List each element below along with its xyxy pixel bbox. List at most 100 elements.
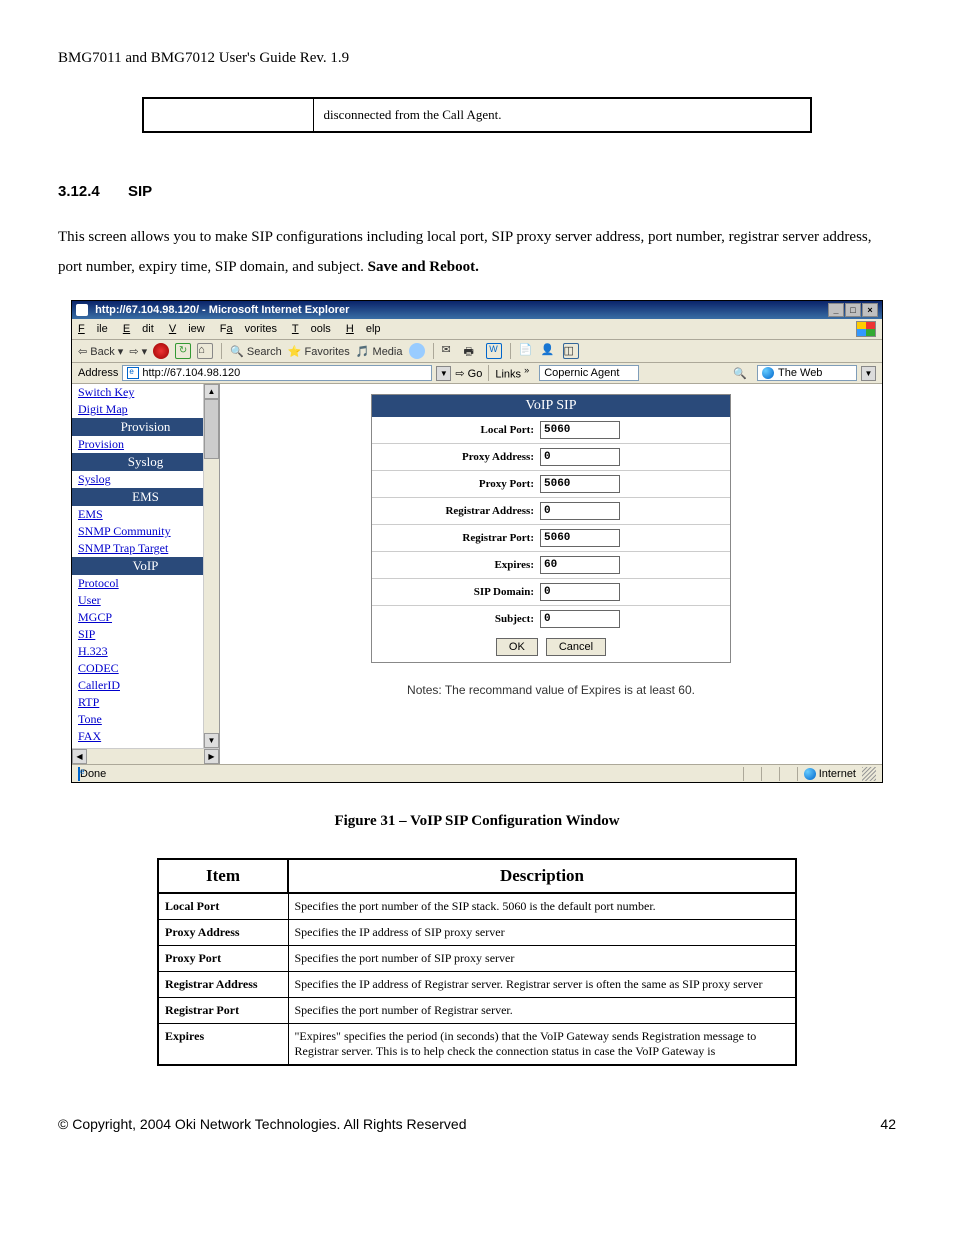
- desc-cell: Specifies the port number of SIP proxy s…: [288, 946, 796, 972]
- address-input[interactable]: http://67.104.98.120: [122, 365, 432, 381]
- table-row: Proxy PortSpecifies the port number of S…: [158, 946, 796, 972]
- sidebar-link-tone[interactable]: Tone: [72, 711, 219, 728]
- sidebar-link-snmpcommunity[interactable]: SNMP Community: [72, 523, 219, 540]
- menu-file[interactable]: File: [78, 323, 108, 335]
- media-button[interactable]: 🎵 Media: [356, 345, 403, 358]
- maximize-button[interactable]: □: [845, 303, 861, 317]
- internet-zone-icon: [804, 768, 816, 780]
- links-label[interactable]: Links »: [495, 365, 529, 381]
- sidebar-link-codec[interactable]: CODEC: [72, 660, 219, 677]
- theweb-select[interactable]: The Web: [757, 365, 857, 381]
- form-row: Proxy Address:: [372, 444, 730, 471]
- home-icon[interactable]: ⌂: [197, 343, 213, 359]
- menu-favorites[interactable]: Favorites: [220, 323, 277, 335]
- search-button[interactable]: 🔍 Search: [230, 345, 282, 358]
- menu-help[interactable]: Help: [346, 323, 381, 335]
- menu-tools[interactable]: Tools: [292, 323, 331, 335]
- copernic-search[interactable]: Copernic Agent: [539, 365, 639, 381]
- sidebar-link-digitmap[interactable]: Digit Map: [72, 401, 219, 418]
- form-input[interactable]: [540, 475, 620, 493]
- form-row: Proxy Port:: [372, 471, 730, 498]
- theweb-dropdown[interactable]: ▼: [861, 366, 876, 381]
- form-label: Local Port:: [380, 424, 540, 436]
- section-paragraph: This screen allows you to make SIP confi…: [58, 222, 896, 282]
- page-icon: [127, 367, 139, 379]
- internet-zone-label: Internet: [819, 768, 856, 780]
- ie-titlebar: http://67.104.98.120/ - Microsoft Intern…: [72, 301, 882, 319]
- form-label: Registrar Address:: [380, 505, 540, 517]
- table-row: Local PortSpecifies the port number of t…: [158, 893, 796, 920]
- form-row: Subject:: [372, 606, 730, 632]
- form-title: VoIP SIP: [372, 395, 730, 417]
- form-input[interactable]: [540, 529, 620, 547]
- sidebar-link-protocol[interactable]: Protocol: [72, 575, 219, 592]
- sidebar-link-callerid[interactable]: CallerID: [72, 677, 219, 694]
- item-cell: Registrar Port: [158, 998, 288, 1024]
- form-input[interactable]: [540, 421, 620, 439]
- mail-icon[interactable]: ✉: [442, 343, 458, 359]
- form-row: Registrar Address:: [372, 498, 730, 525]
- form-label: Subject:: [380, 613, 540, 625]
- form-label: Expires:: [380, 559, 540, 571]
- sidebar-link-snmptrap[interactable]: SNMP Trap Target: [72, 540, 219, 557]
- ie-menubar: File Edit View Favorites Tools Help: [72, 319, 882, 340]
- messenger-icon[interactable]: 👤: [541, 343, 557, 359]
- sidebar-link-rtp[interactable]: RTP: [72, 694, 219, 711]
- sidebar: Switch Key Digit Map Provision Provision…: [72, 384, 220, 764]
- print-icon[interactable]: 🖶: [464, 343, 480, 359]
- menu-view[interactable]: View: [169, 323, 205, 335]
- ok-button[interactable]: OK: [496, 638, 538, 656]
- related-icon[interactable]: ◫: [563, 343, 579, 359]
- address-dropdown[interactable]: ▼: [436, 366, 451, 381]
- form-input[interactable]: [540, 502, 620, 520]
- resize-grip[interactable]: [862, 767, 876, 781]
- form-notes: Notes: The recommand value of Expires is…: [240, 683, 862, 697]
- sidebar-link-sip[interactable]: SIP: [72, 626, 219, 643]
- table-row: Registrar AddressSpecifies the IP addres…: [158, 972, 796, 998]
- refresh-icon[interactable]: ↻: [175, 343, 191, 359]
- ie-window: http://67.104.98.120/ - Microsoft Intern…: [71, 300, 883, 783]
- minimize-button[interactable]: _: [828, 303, 844, 317]
- search-icon[interactable]: 🔍: [733, 367, 747, 380]
- word-icon[interactable]: W: [486, 343, 502, 359]
- cancel-button[interactable]: Cancel: [546, 638, 606, 656]
- form-input[interactable]: [540, 556, 620, 574]
- sidebar-link-syslog[interactable]: Syslog: [72, 471, 219, 488]
- favorites-button[interactable]: ⭐ Favorites: [288, 345, 350, 358]
- item-cell: Proxy Port: [158, 946, 288, 972]
- form-input[interactable]: [540, 583, 620, 601]
- edit-icon[interactable]: 📄: [519, 343, 535, 359]
- sidebar-link-user[interactable]: User: [72, 592, 219, 609]
- table-row: Expires"Expires" specifies the period (i…: [158, 1024, 796, 1066]
- sidebar-link-ems[interactable]: EMS: [72, 506, 219, 523]
- close-button[interactable]: ×: [862, 303, 878, 317]
- desc-cell: Specifies the IP address of SIP proxy se…: [288, 920, 796, 946]
- sidebar-link-fax[interactable]: FAX: [72, 728, 219, 745]
- item-cell: Proxy Address: [158, 920, 288, 946]
- form-input[interactable]: [540, 610, 620, 628]
- form-row: Local Port:: [372, 417, 730, 444]
- sidebar-link-provision[interactable]: Provision: [72, 436, 219, 453]
- sidebar-link-mgcp[interactable]: MGCP: [72, 609, 219, 626]
- menu-edit[interactable]: Edit: [123, 323, 154, 335]
- col-description: Description: [288, 859, 796, 893]
- forward-button[interactable]: ⇨ ▾: [129, 345, 147, 358]
- previous-page-table-fragment: disconnected from the Call Agent.: [142, 97, 812, 133]
- table-row: Proxy AddressSpecifies the IP address of…: [158, 920, 796, 946]
- go-button[interactable]: ⇨ Go: [455, 367, 482, 380]
- voip-sip-form: VoIP SIP Local Port: Proxy Address: Proxy …: [371, 394, 731, 663]
- sidebar-hscrollbar[interactable]: ◀ ▶: [72, 748, 219, 764]
- sidebar-vscrollbar[interactable]: ▲ ▼: [203, 384, 219, 748]
- table-row: Registrar PortSpecifies the port number …: [158, 998, 796, 1024]
- desc-cell: Specifies the port number of the SIP sta…: [288, 893, 796, 920]
- sidebar-head-provision: Provision: [72, 418, 219, 436]
- form-input[interactable]: [540, 448, 620, 466]
- form-label: Proxy Address:: [380, 451, 540, 463]
- ie-address-bar: Address http://67.104.98.120 ▼ ⇨ Go Link…: [72, 363, 882, 384]
- sidebar-link-switchkey[interactable]: Switch Key: [72, 384, 219, 401]
- sidebar-link-h323[interactable]: H.323: [72, 643, 219, 660]
- desc-cell: "Expires" specifies the period (in secon…: [288, 1024, 796, 1066]
- stop-icon[interactable]: [153, 343, 169, 359]
- history-icon[interactable]: [409, 343, 425, 359]
- back-button[interactable]: ⇦ Back ▾: [78, 345, 123, 358]
